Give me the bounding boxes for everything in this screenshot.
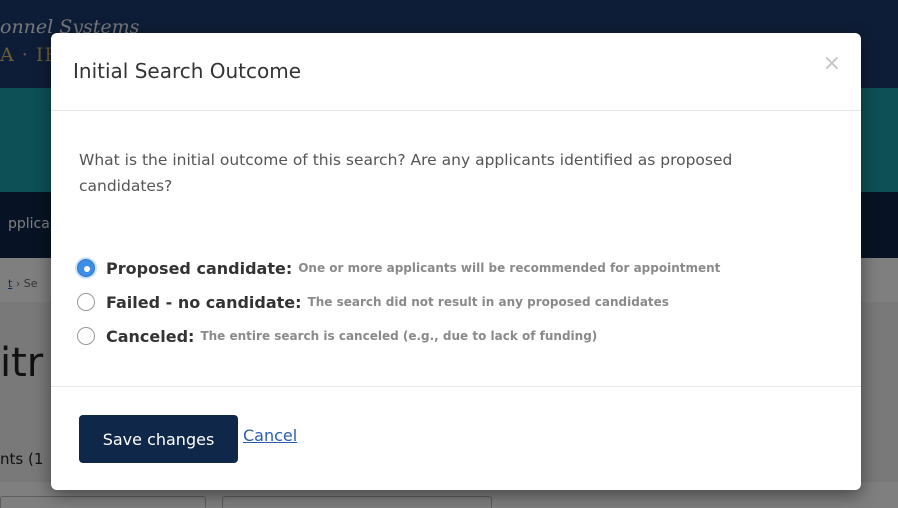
option-canceled[interactable]: Canceled: The entire search is canceled … bbox=[77, 319, 720, 353]
outcome-question: What is the initial outcome of this sear… bbox=[79, 151, 733, 195]
option-proposed-candidate[interactable]: Proposed candidate: One or more applican… bbox=[77, 251, 720, 285]
option-description: One or more applicants will be recommend… bbox=[298, 261, 721, 275]
modal-title: Initial Search Outcome bbox=[73, 59, 302, 83]
initial-search-outcome-dialog: Initial Search Outcome × What is the ini… bbox=[51, 33, 861, 490]
option-label[interactable]: Failed - no candidate: bbox=[106, 293, 302, 312]
option-description: The search did not result in any propose… bbox=[307, 295, 669, 309]
modal-header: Initial Search Outcome × bbox=[51, 33, 861, 111]
modal-footer: Save changes Cancel bbox=[51, 386, 861, 490]
radio-icon[interactable] bbox=[77, 259, 95, 277]
outcome-options: Proposed candidate: One or more applican… bbox=[77, 251, 720, 353]
modal-body: What is the initial outcome of this sear… bbox=[51, 111, 861, 387]
radio-icon[interactable] bbox=[77, 327, 95, 345]
option-failed-no-candidate[interactable]: Failed - no candidate: The search did no… bbox=[77, 285, 720, 319]
option-label[interactable]: Proposed candidate: bbox=[106, 259, 292, 278]
option-label[interactable]: Canceled: bbox=[106, 327, 194, 346]
close-icon[interactable]: × bbox=[823, 53, 841, 75]
cancel-link[interactable]: Cancel bbox=[243, 426, 297, 445]
option-description: The entire search is canceled (e.g., due… bbox=[200, 329, 598, 343]
radio-icon[interactable] bbox=[77, 293, 95, 311]
save-changes-button[interactable]: Save changes bbox=[79, 415, 238, 463]
